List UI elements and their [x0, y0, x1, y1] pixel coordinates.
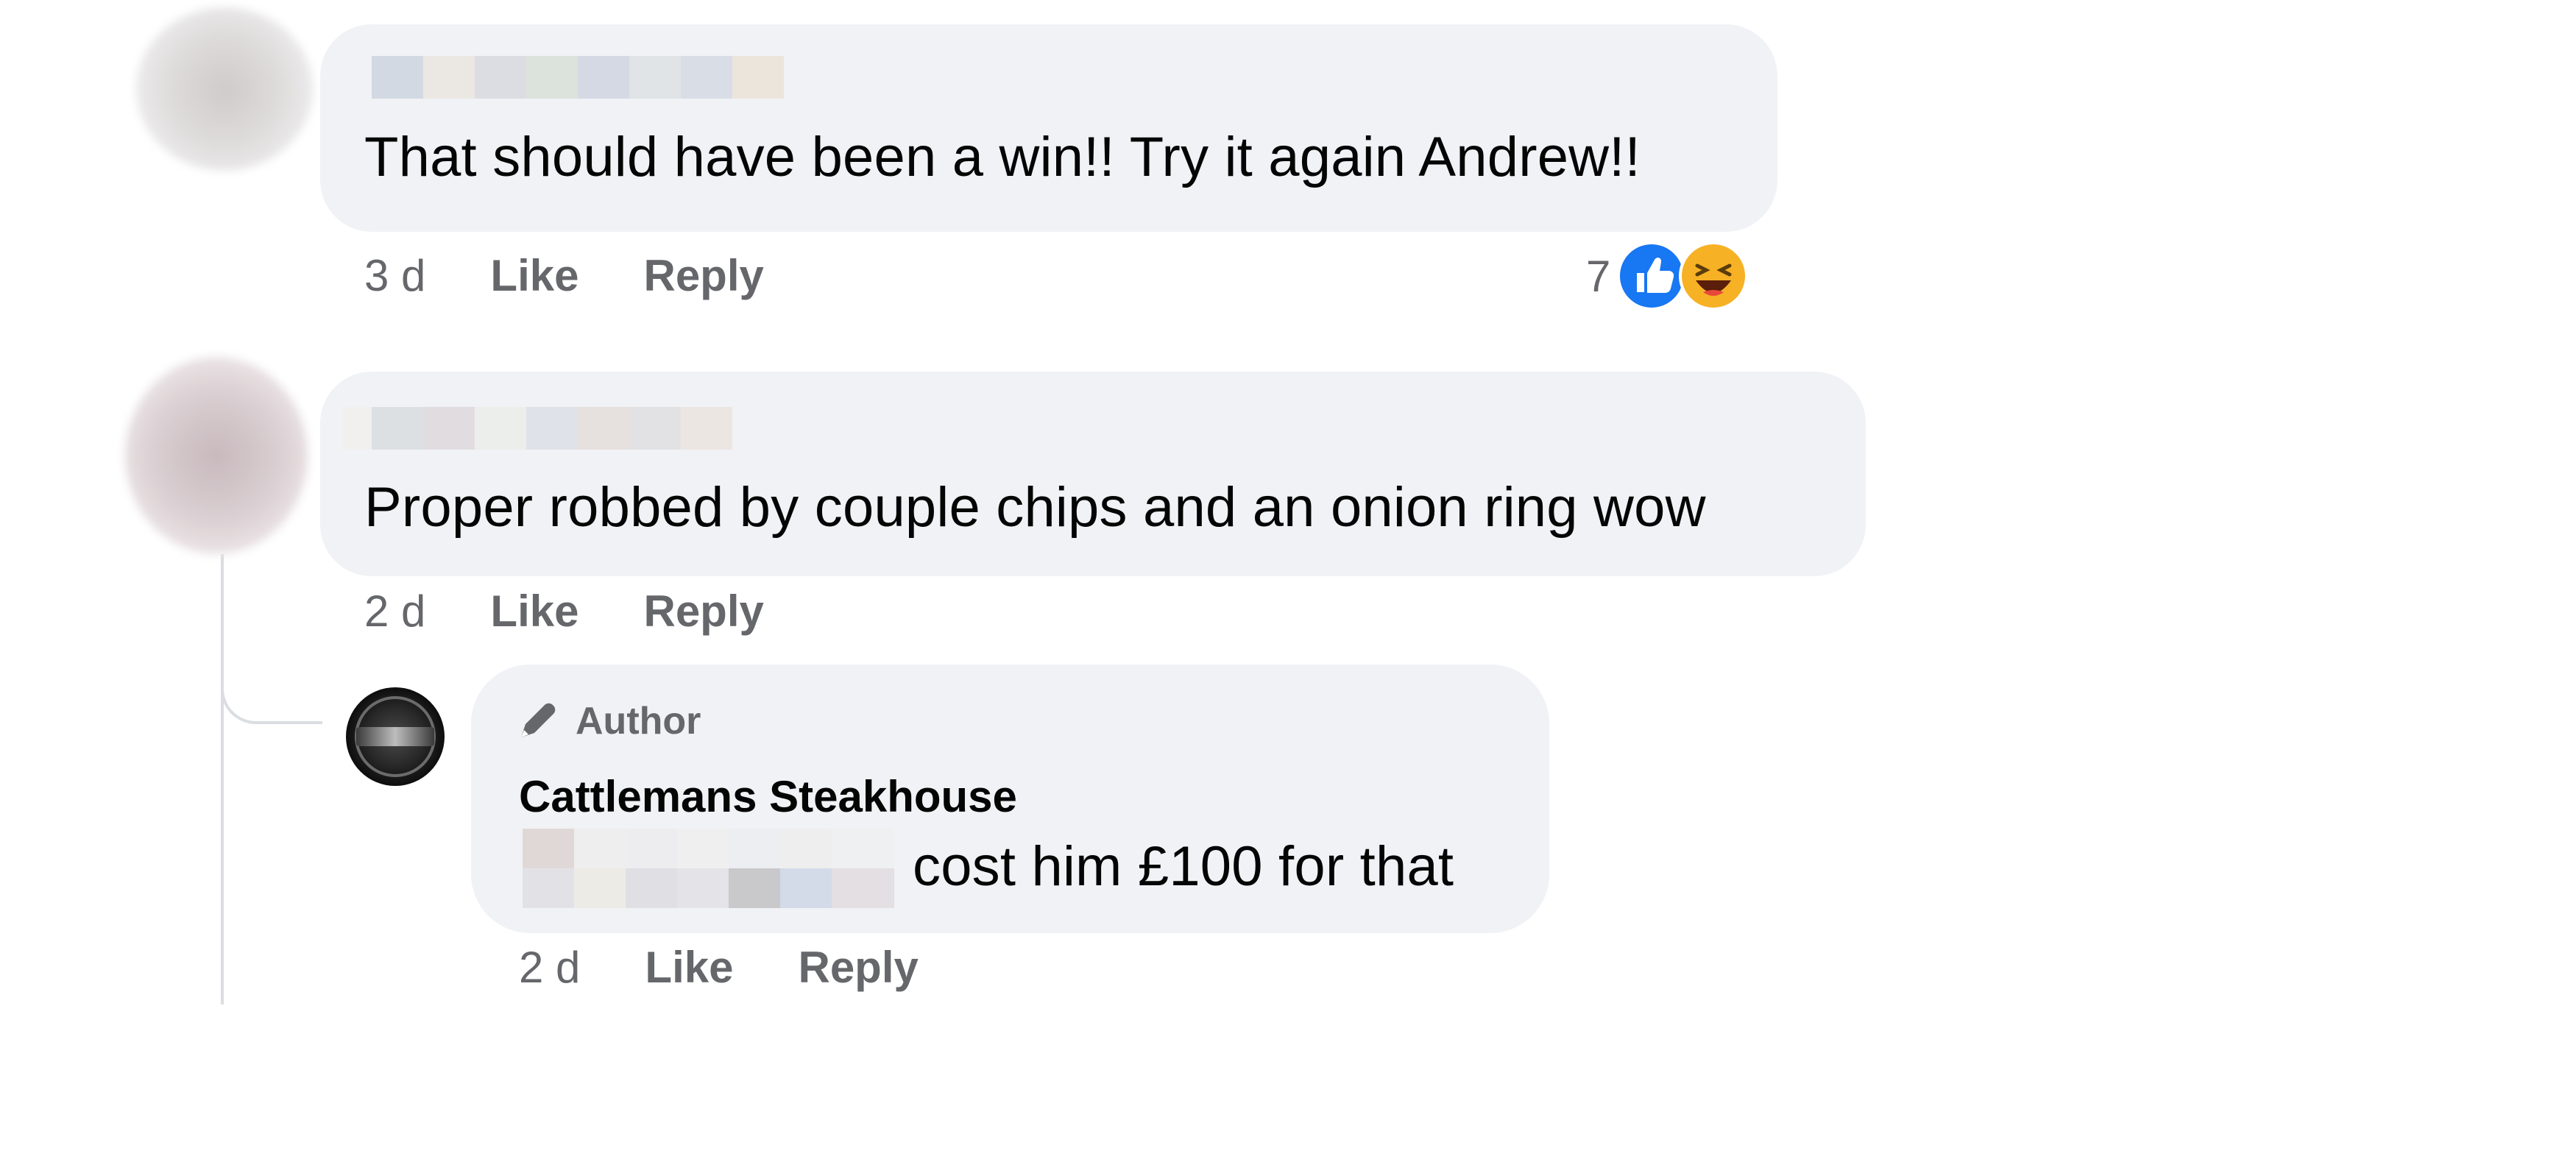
- commenter-avatar[interactable]: [125, 357, 308, 554]
- pen-icon: [521, 703, 556, 737]
- redacted-commenter-name[interactable]: [372, 56, 784, 99]
- author-badge: Author: [515, 699, 701, 743]
- thread-connector-branch: [221, 662, 322, 724]
- thread-connector-line: [221, 554, 224, 1004]
- haha-icon: [1679, 241, 1749, 311]
- comment-timestamp[interactable]: 3 d: [364, 250, 425, 301]
- reply-button[interactable]: Reply: [643, 586, 763, 637]
- reply-actions: 2 d Like Reply: [519, 942, 983, 993]
- like-button[interactable]: Like: [645, 942, 733, 993]
- reply-author-name[interactable]: Cattlemans Steakhouse: [519, 771, 1017, 822]
- reply-button[interactable]: Reply: [643, 250, 763, 301]
- comment-bubble: [320, 372, 1866, 576]
- reply-timestamp[interactable]: 2 d: [519, 942, 580, 993]
- comment-text: That should have been a win!! Try it aga…: [364, 126, 1641, 188]
- comment-actions: 3 d Like Reply: [364, 250, 829, 301]
- comment-timestamp[interactable]: 2 d: [364, 586, 425, 637]
- commenter-avatar[interactable]: [136, 7, 313, 171]
- like-button[interactable]: Like: [490, 586, 578, 637]
- comment-actions: 2 d Like Reply: [364, 586, 829, 637]
- redacted-commenter-name[interactable]: [342, 407, 732, 450]
- reaction-summary[interactable]: 7: [1586, 239, 1750, 313]
- reaction-count: 7: [1586, 251, 1611, 301]
- page-avatar[interactable]: [346, 687, 445, 786]
- reply-button[interactable]: Reply: [798, 942, 918, 993]
- like-button[interactable]: Like: [490, 250, 578, 301]
- author-badge-label: Author: [576, 700, 701, 743]
- redacted-mention[interactable]: [523, 829, 894, 908]
- comment-text: Proper robbed by couple chips and an oni…: [364, 476, 1706, 539]
- reply-text: cost him £100 for that: [913, 835, 1454, 898]
- page-avatar-logo-band: [356, 727, 434, 746]
